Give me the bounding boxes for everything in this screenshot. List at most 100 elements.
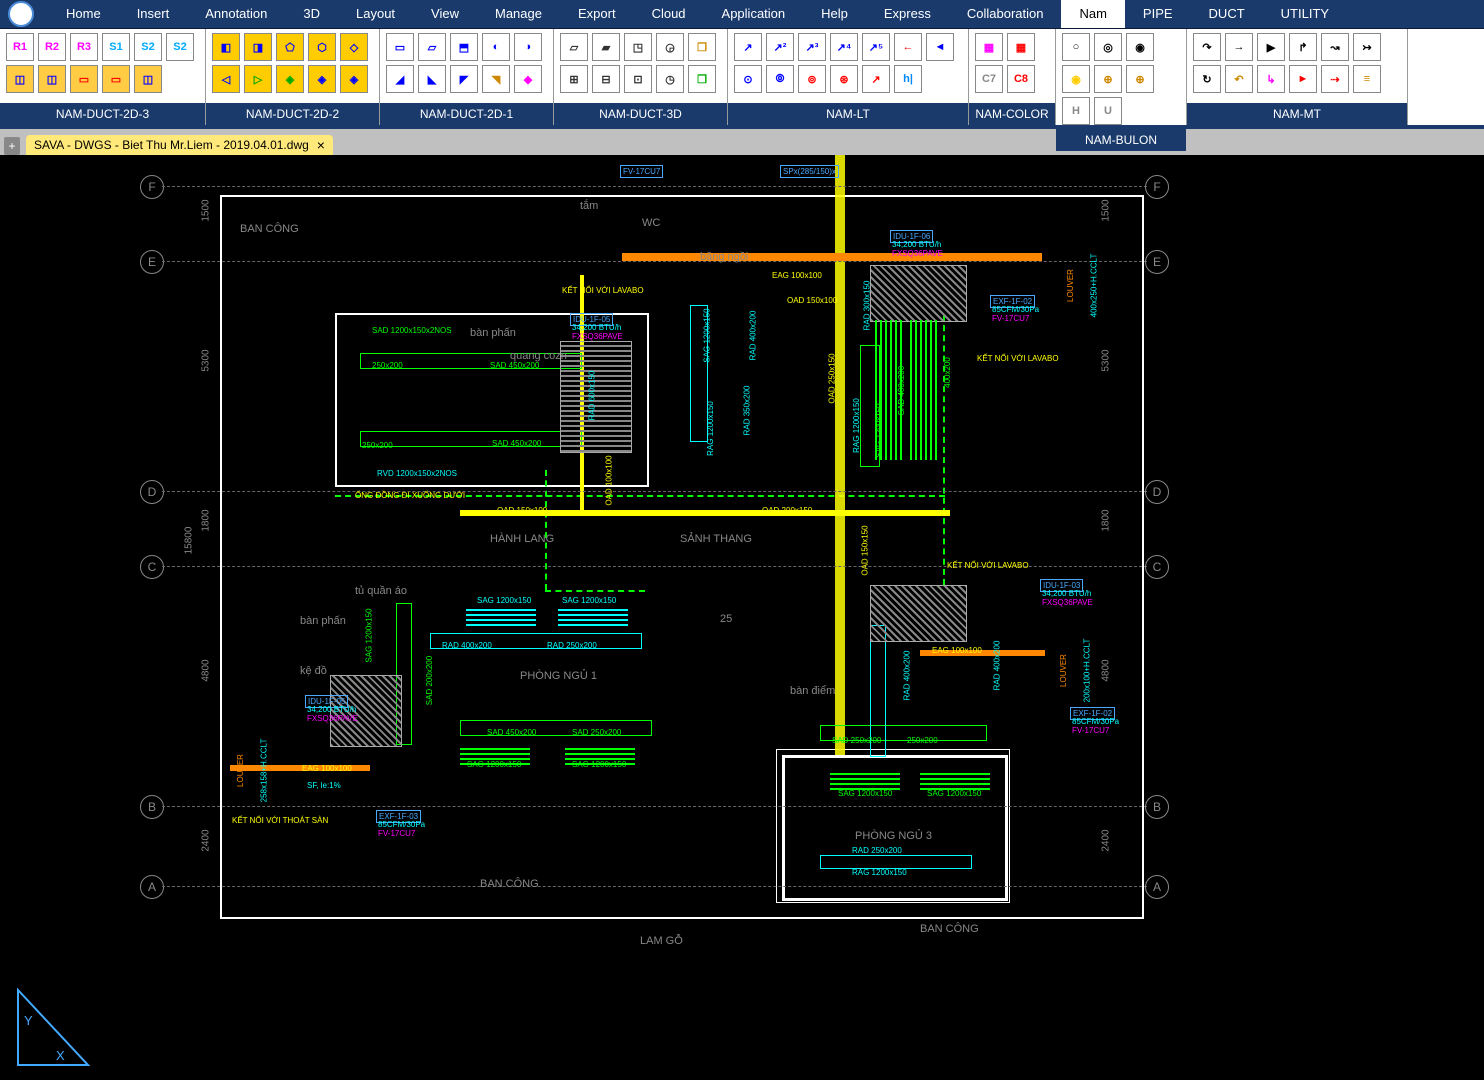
ribbon-button[interactable]: ↷ [1193, 33, 1221, 61]
ribbon-button[interactable]: ▶ [1257, 33, 1285, 61]
ribbon-button[interactable]: ◫ [6, 65, 34, 93]
ribbon-button[interactable]: ↗⁵ [862, 33, 890, 61]
annotation-tag: FXSQ36PAVE [305, 713, 360, 724]
ribbon-button[interactable]: → [1225, 33, 1253, 61]
ribbon-button[interactable]: ⊟ [592, 65, 620, 93]
ribbon-button[interactable]: ↗⁴ [830, 33, 858, 61]
ribbon-button[interactable]: ◣ [418, 65, 446, 93]
ribbon-button[interactable]: ⊕ [1126, 65, 1154, 93]
menu-nam[interactable]: Nam [1061, 0, 1124, 28]
ribbon-button[interactable]: S1 [102, 33, 130, 61]
ribbon-button[interactable]: ▦ [975, 33, 1003, 61]
menu-3d[interactable]: 3D [285, 0, 338, 28]
ribbon-button[interactable]: C8 [1007, 65, 1035, 93]
ribbon-button[interactable]: ▱ [560, 33, 588, 61]
menu-view[interactable]: View [413, 0, 477, 28]
ribbon-button[interactable]: ◫ [134, 65, 162, 93]
ribbon-button[interactable]: R2 [38, 33, 66, 61]
ribbon-button[interactable]: R3 [70, 33, 98, 61]
ribbon-button[interactable]: ↗³ [798, 33, 826, 61]
ribbon-button[interactable]: ↗ [862, 65, 890, 93]
ribbon-button[interactable]: ◎ [1094, 33, 1122, 61]
ribbon-button[interactable]: ↗² [766, 33, 794, 61]
menu-export[interactable]: Export [560, 0, 634, 28]
ribbon-button[interactable]: C7 [975, 65, 1003, 93]
ribbon-button[interactable]: ◥ [482, 65, 510, 93]
ribbon-button[interactable]: ◧ [212, 33, 240, 61]
cad-canvas[interactable]: Y X 15800 FEDCBAFEDCBA150015005300530018… [0, 155, 1484, 1080]
ribbon-button[interactable]: ⊕ [1094, 65, 1122, 93]
ribbon-button[interactable]: ◤ [450, 65, 478, 93]
ribbon-button[interactable]: ↗ [734, 33, 762, 61]
ribbon-button[interactable]: ≡ [1353, 65, 1381, 93]
ribbon-button[interactable]: ▭ [70, 65, 98, 93]
ribbon-button[interactable]: ↶ [1225, 65, 1253, 93]
ribbon-button[interactable]: ▰ [592, 33, 620, 61]
menu-application[interactable]: Application [704, 0, 804, 28]
ribbon-button[interactable]: ↻ [1193, 65, 1221, 93]
ribbon-button[interactable]: ◷ [656, 65, 684, 93]
ribbon-button[interactable]: S2 [134, 33, 162, 61]
close-tab-icon[interactable]: × [317, 137, 325, 153]
ribbon-button[interactable]: ◶ [656, 33, 684, 61]
ribbon-button[interactable]: ◈ [340, 65, 368, 93]
ribbon-button[interactable]: ⇢ [1321, 65, 1349, 93]
ribbon-button[interactable]: ⦾ [766, 65, 794, 93]
ribbon-button[interactable]: ◉ [1062, 65, 1090, 93]
menu-utility[interactable]: UTILITY [1263, 0, 1347, 28]
menu-express[interactable]: Express [866, 0, 949, 28]
ribbon-button[interactable]: ◨ [244, 33, 272, 61]
ribbon-button[interactable]: ◁ [212, 65, 240, 93]
menu-annotation[interactable]: Annotation [187, 0, 285, 28]
menu-collaboration[interactable]: Collaboration [949, 0, 1062, 28]
ribbon-button[interactable]: ◈ [308, 65, 336, 93]
ribbon-button[interactable]: ↝ [1321, 33, 1349, 61]
ribbon-button[interactable]: ▱ [418, 33, 446, 61]
ribbon-button[interactable]: ⊞ [560, 65, 588, 93]
ribbon-button[interactable]: ► [1289, 65, 1317, 93]
ribbon-button[interactable]: ◄ [926, 33, 954, 61]
document-tab[interactable]: SAVA - DWGS - Biet Thu Mr.Liem - 2019.04… [26, 135, 333, 155]
ribbon-button[interactable]: ❒ [688, 33, 716, 61]
ribbon-button[interactable]: ← [894, 33, 922, 61]
ribbon-button[interactable]: ◐ [482, 33, 510, 61]
menu-pipe[interactable]: PIPE [1125, 0, 1191, 28]
ribbon-button[interactable]: ◇ [340, 33, 368, 61]
ribbon-button[interactable]: ▦ [1007, 33, 1035, 61]
ribbon-button[interactable]: ↱ [1289, 33, 1317, 61]
ribbon-button[interactable]: S2 [166, 33, 194, 61]
ribbon-button[interactable]: H [1062, 97, 1090, 125]
ribbon-button[interactable]: ◢ [386, 65, 414, 93]
ribbon-button[interactable]: ◉ [1126, 33, 1154, 61]
ribbon-button[interactable]: ↣ [1353, 33, 1381, 61]
ribbon-button[interactable]: ◈ [276, 65, 304, 93]
menu-home[interactable]: Home [48, 0, 119, 28]
ribbon-button[interactable]: ⊡ [624, 65, 652, 93]
ribbon-button[interactable]: ◑ [514, 33, 542, 61]
menu-insert[interactable]: Insert [119, 0, 188, 28]
ribbon-button[interactable]: ◳ [624, 33, 652, 61]
ribbon-button[interactable]: U [1094, 97, 1122, 125]
ribbon-button[interactable]: ⬠ [276, 33, 304, 61]
menu-manage[interactable]: Manage [477, 0, 560, 28]
ribbon-button[interactable]: ⬒ [450, 33, 478, 61]
ribbon-button[interactable]: R1 [6, 33, 34, 61]
ribbon-button[interactable]: ↳ [1257, 65, 1285, 93]
menu-duct[interactable]: DUCT [1191, 0, 1263, 28]
ribbon-button[interactable]: ○ [1062, 33, 1090, 61]
menu-cloud[interactable]: Cloud [634, 0, 704, 28]
ribbon-button[interactable]: ▷ [244, 65, 272, 93]
ribbon-button[interactable]: h| [894, 65, 922, 93]
menu-help[interactable]: Help [803, 0, 866, 28]
new-tab-button[interactable]: + [4, 137, 20, 155]
ribbon-button[interactable]: ▭ [386, 33, 414, 61]
ribbon-button[interactable]: ◆ [514, 65, 542, 93]
ribbon-button[interactable]: ⬡ [308, 33, 336, 61]
menu-layout[interactable]: Layout [338, 0, 413, 28]
ribbon-button[interactable]: ▭ [102, 65, 130, 93]
ribbon-button[interactable]: ⊚ [798, 65, 826, 93]
ribbon-button[interactable]: ◫ [38, 65, 66, 93]
ribbon-button[interactable]: ⊛ [830, 65, 858, 93]
ribbon-button[interactable]: ⊙ [734, 65, 762, 93]
ribbon-button[interactable]: ❒ [688, 65, 716, 93]
